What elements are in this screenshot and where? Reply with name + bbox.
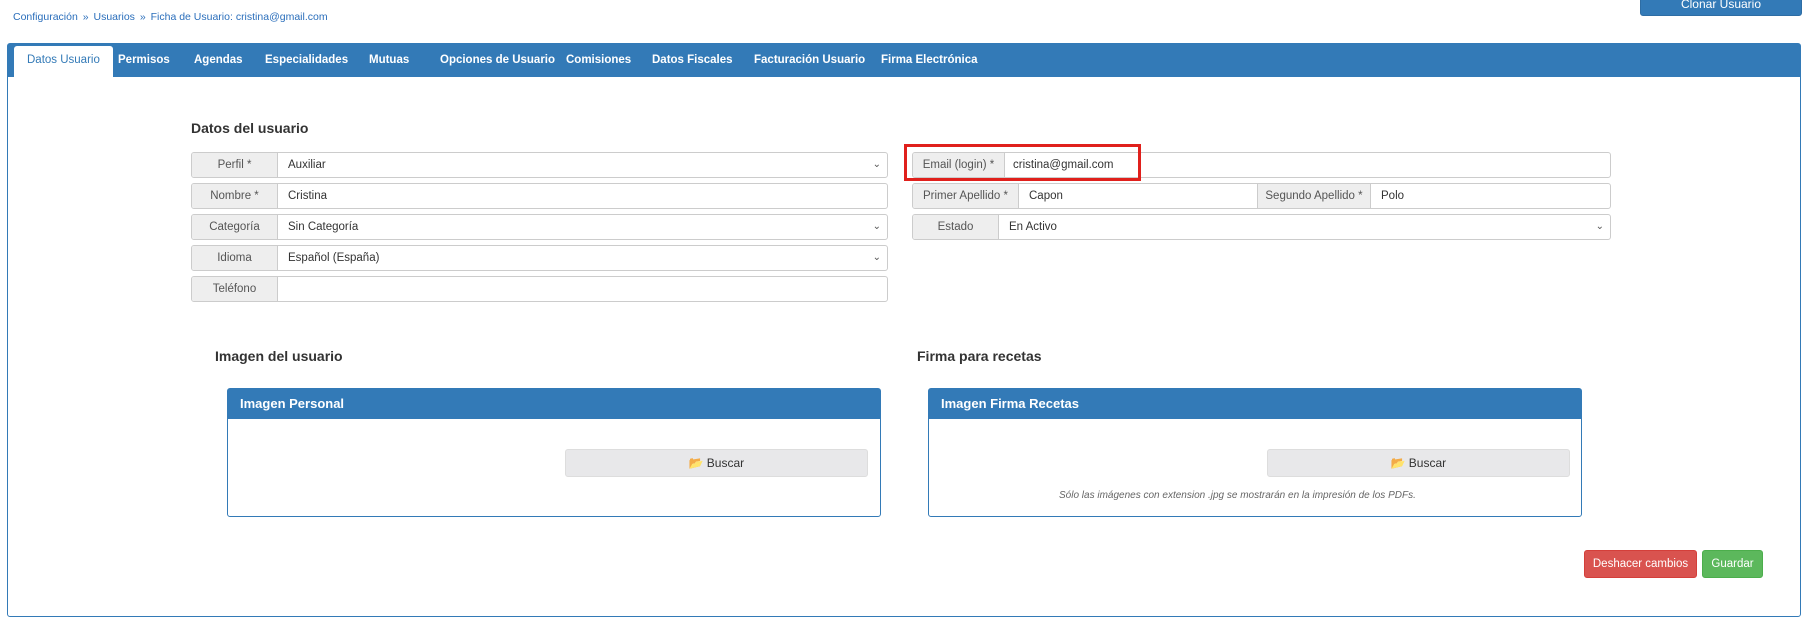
- save-button[interactable]: Guardar: [1702, 550, 1763, 578]
- idioma-select[interactable]: Idioma Español (España) ⌄: [191, 245, 888, 271]
- personal-image-browse-button[interactable]: 📂 Buscar: [565, 449, 868, 477]
- personal-image-header: Imagen Personal: [228, 389, 880, 419]
- telefono-label: Teléfono: [192, 277, 278, 301]
- folder-open-icon: 📂: [1390, 456, 1406, 470]
- undo-changes-button[interactable]: Deshacer cambios: [1584, 550, 1697, 578]
- tab-bar: Datos Usuario Permisos Agendas Especiali…: [8, 44, 1800, 79]
- tab-especialidades[interactable]: Especialidades: [252, 44, 361, 77]
- email-value: cristina@gmail.com: [1013, 159, 1114, 171]
- estado-select[interactable]: Estado En Activo ⌄: [912, 214, 1611, 240]
- email-label: Email (login) *: [913, 153, 1005, 177]
- clone-user-button[interactable]: Clonar Usuario: [1640, 0, 1802, 16]
- segundo-apellido-label: Segundo Apellido *: [1257, 184, 1371, 208]
- tab-comisiones[interactable]: Comisiones: [553, 44, 644, 77]
- perfil-select[interactable]: Perfil * Auxiliar ⌄: [191, 152, 888, 178]
- perfil-value: Auxiliar: [288, 159, 326, 171]
- primer-apellido-label: Primer Apellido *: [913, 184, 1019, 208]
- tab-datos-usuario[interactable]: Datos Usuario: [14, 46, 113, 79]
- signature-title: Firma para recetas: [917, 348, 1042, 364]
- signature-note: Sólo las imágenes con extension .jpg se …: [1059, 490, 1416, 501]
- perfil-label: Perfil *: [192, 153, 278, 177]
- chevron-down-icon: ⌄: [1595, 221, 1604, 232]
- chevron-down-icon: ⌄: [872, 159, 881, 170]
- categoria-value: Sin Categoría: [288, 221, 359, 233]
- breadcrumb-separator: »: [82, 11, 89, 23]
- idioma-value: Español (España): [288, 252, 380, 264]
- breadcrumb-current: Ficha de Usuario: cristina@gmail.com: [150, 11, 328, 23]
- nombre-value: Cristina: [288, 190, 327, 202]
- tab-permisos[interactable]: Permisos: [105, 44, 183, 77]
- chevron-down-icon: ⌄: [872, 221, 881, 232]
- nombre-label: Nombre *: [192, 184, 278, 208]
- tab-opciones-usuario[interactable]: Opciones de Usuario: [427, 44, 568, 77]
- folder-open-icon: 📂: [688, 456, 704, 470]
- tab-firma-electronica[interactable]: Firma Electrónica: [868, 44, 991, 77]
- tab-mutuas[interactable]: Mutuas: [356, 44, 422, 77]
- user-data-title: Datos del usuario: [191, 120, 309, 136]
- tab-facturacion-usuario[interactable]: Facturación Usuario: [741, 44, 878, 77]
- nombre-field[interactable]: Nombre * Cristina: [191, 183, 888, 209]
- primer-apellido-value[interactable]: Capon: [1019, 184, 1257, 208]
- signature-image-header: Imagen Firma Recetas: [929, 389, 1581, 419]
- categoria-select[interactable]: Categoría Sin Categoría ⌄: [191, 214, 888, 240]
- estado-value: En Activo: [1009, 221, 1057, 233]
- tab-datos-fiscales[interactable]: Datos Fiscales: [639, 44, 746, 77]
- categoria-label: Categoría: [192, 215, 278, 239]
- user-image-title: Imagen del usuario: [215, 348, 343, 364]
- segundo-apellido-value[interactable]: Polo: [1371, 184, 1610, 208]
- breadcrumb-link-configuracion[interactable]: Configuración: [13, 11, 78, 23]
- telefono-value: [278, 277, 887, 301]
- breadcrumb: Configuración » Usuarios » Ficha de Usua…: [13, 11, 328, 23]
- telefono-field[interactable]: Teléfono: [191, 276, 888, 302]
- breadcrumb-separator: »: [139, 11, 146, 23]
- signature-image-browse-button[interactable]: 📂 Buscar: [1267, 449, 1570, 477]
- apellidos-field[interactable]: Primer Apellido * Capon Segundo Apellido…: [912, 183, 1611, 209]
- idioma-label: Idioma: [192, 246, 278, 270]
- breadcrumb-link-usuarios[interactable]: Usuarios: [93, 11, 134, 23]
- browse-label: Buscar: [1408, 456, 1447, 470]
- tab-agendas[interactable]: Agendas: [181, 44, 256, 77]
- browse-label: Buscar: [706, 456, 745, 470]
- chevron-down-icon: ⌄: [872, 252, 881, 263]
- email-field[interactable]: Email (login) * cristina@gmail.com: [912, 152, 1611, 178]
- estado-label: Estado: [913, 215, 999, 239]
